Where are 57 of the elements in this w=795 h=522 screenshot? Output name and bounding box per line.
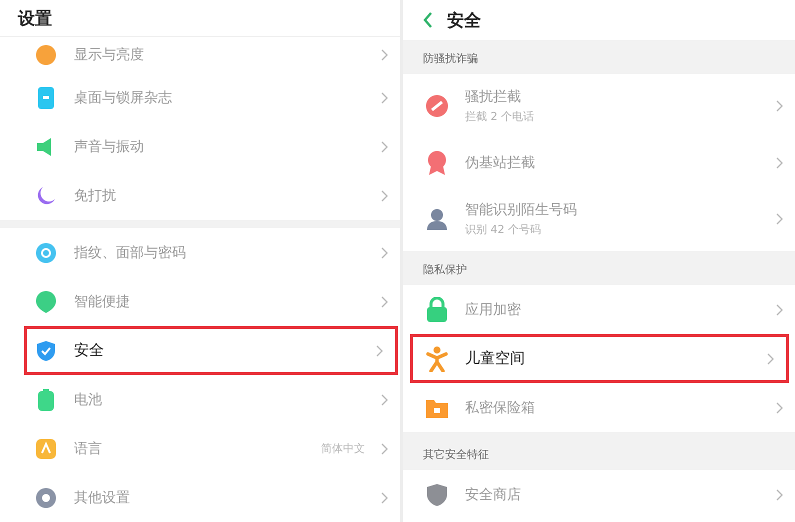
- chevron-icon: [381, 92, 388, 104]
- chevron-icon: [381, 296, 388, 308]
- chevron-icon: [381, 246, 388, 258]
- chevron-icon: [776, 402, 783, 414]
- shield-icon: [426, 482, 448, 506]
- item-subtitle: 识别 42 个号码: [465, 222, 542, 237]
- chevron-icon: [776, 304, 783, 316]
- page-title: 设置: [18, 8, 52, 30]
- item-label: 安全商店: [465, 486, 522, 504]
- chevron-icon: [381, 49, 388, 61]
- shield-icon: [36, 340, 56, 362]
- item-label: 智能识别陌生号码: [465, 201, 578, 219]
- chevron-icon: [376, 344, 383, 356]
- chevron-icon: [776, 156, 783, 168]
- back-icon[interactable]: [423, 12, 433, 28]
- page-title: 安全: [447, 10, 481, 32]
- item-label: 显示与亮度: [74, 46, 145, 64]
- item-label: 免打扰: [74, 186, 117, 204]
- item-label: 骚扰拦截: [465, 88, 522, 106]
- settings-item[interactable]: 安全: [24, 326, 398, 375]
- screen-icon: [37, 86, 55, 110]
- item-label: 指纹、面部与密码: [74, 244, 187, 262]
- item-label: 儿童空间: [465, 349, 526, 368]
- chevron-icon: [381, 492, 388, 504]
- child-figure-icon: [425, 346, 449, 372]
- item-label: 其他设置: [74, 488, 131, 506]
- chevron-icon: [381, 140, 388, 152]
- chevron-icon: [381, 442, 388, 454]
- item-value: 简体中文: [321, 441, 365, 456]
- item-label: 电池: [74, 390, 103, 408]
- item-label: 智能便捷: [74, 292, 131, 310]
- lock-icon: [426, 296, 448, 322]
- item-label: 声音与振动: [74, 138, 145, 156]
- item-label: 私密保险箱: [465, 398, 536, 416]
- chevron-icon: [776, 100, 783, 112]
- section-header: 其它安全特征: [423, 447, 489, 462]
- language-icon: [35, 438, 57, 460]
- chevron-icon: [381, 190, 388, 202]
- chevron-icon: [767, 352, 774, 364]
- item-label: 语言: [74, 440, 103, 458]
- settings-item[interactable]: 儿童空间: [410, 334, 789, 383]
- bubble-icon: [35, 290, 57, 314]
- block-icon: [425, 94, 449, 118]
- badge-icon: [425, 150, 449, 176]
- item-label: 桌面与锁屏杂志: [74, 88, 173, 106]
- item-label: 应用加密: [465, 300, 522, 318]
- chevron-icon: [776, 488, 783, 500]
- item-label: 安全: [74, 341, 105, 360]
- section-header: 隐私保护: [423, 262, 467, 277]
- battery-icon: [37, 388, 55, 412]
- item-label: 伪基站拦截: [465, 154, 536, 172]
- chevron-icon: [776, 213, 783, 225]
- chevron-icon: [381, 394, 388, 406]
- person-icon: [425, 207, 449, 231]
- item-subtitle: 拦截 2 个电话: [465, 109, 535, 124]
- moon-icon: [35, 184, 57, 206]
- section-header: 防骚扰诈骗: [423, 51, 478, 66]
